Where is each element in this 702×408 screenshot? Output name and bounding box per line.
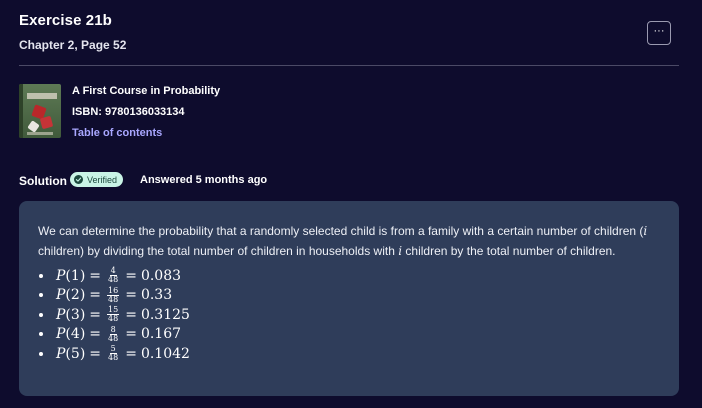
book-cover-bottom-strip — [27, 132, 53, 135]
function-name: P — [56, 306, 66, 323]
book-cover-spine — [19, 84, 23, 138]
list-item: P(5) = 5 48 = 0.1042 — [38, 344, 190, 364]
verified-badge-label: Verified — [87, 174, 118, 185]
fraction: 8 48 — [107, 325, 119, 343]
solution-text-part: children by the total number of children… — [402, 244, 616, 258]
bullet-marker — [39, 312, 43, 317]
verified-badge: Verified — [70, 172, 124, 187]
book-cover-image[interactable] — [19, 84, 61, 138]
header-divider — [19, 65, 679, 66]
function-arg: 3 — [70, 306, 80, 323]
probability-value: 0.1042 — [140, 345, 190, 362]
fraction-denominator: 48 — [108, 275, 119, 285]
bullet-marker — [39, 351, 43, 356]
fraction: 4 48 — [107, 267, 119, 284]
probability-value: 0.167 — [140, 326, 182, 343]
fraction: 5 48 — [107, 345, 119, 362]
list-item: P(3) = 15 48 = 0.3125 — [38, 305, 190, 325]
list-item: P(1) = 4 48 = 0.083 — [38, 266, 190, 286]
book-cover-title-strip — [27, 93, 57, 99]
book-isbn: ISBN: 9780136033134 — [72, 106, 185, 118]
exercise-title: Exercise 21b — [19, 12, 112, 29]
solution-text-part: children) by dividing the total number o… — [38, 244, 399, 258]
fraction-denominator: 48 — [108, 294, 119, 304]
fraction-denominator: 48 — [108, 353, 119, 363]
fraction-denominator: 48 — [108, 314, 119, 324]
function-name: P — [56, 345, 66, 362]
function-arg: 1 — [70, 267, 80, 284]
math-variable-i: i — [643, 224, 648, 238]
bullet-marker — [39, 293, 43, 298]
probability-value: 0.33 — [140, 287, 173, 304]
bullet-marker — [39, 273, 43, 278]
probability-value: 0.3125 — [140, 306, 190, 323]
more-options-button[interactable]: ··· — [647, 21, 671, 45]
solution-text: We can determine the probability that a … — [38, 221, 668, 261]
book-cover-die — [39, 115, 54, 130]
function-name: P — [56, 267, 66, 284]
function-arg: 5 — [70, 345, 80, 362]
solution-label: Solution — [19, 174, 67, 188]
solution-card: We can determine the probability that a … — [19, 201, 679, 396]
exercise-subtitle: Chapter 2, Page 52 — [19, 38, 127, 52]
answered-timestamp: Answered 5 months ago — [140, 174, 268, 186]
fraction: 15 48 — [107, 306, 120, 324]
fraction: 16 48 — [107, 286, 120, 304]
list-item: P(4) = 8 48 = 0.167 — [38, 325, 190, 345]
function-arg: 4 — [70, 326, 80, 343]
bullet-marker — [39, 332, 43, 337]
function-name: P — [56, 326, 66, 343]
book-cover-die — [27, 120, 40, 133]
function-arg: 2 — [70, 287, 80, 304]
table-of-contents-link[interactable]: Table of contents — [72, 127, 162, 139]
solution-text-part: We can determine the probability that a … — [38, 224, 644, 238]
fraction-denominator: 48 — [108, 333, 119, 343]
probability-value: 0.083 — [140, 267, 182, 284]
list-item: P(2) = 16 48 = 0.33 — [38, 286, 190, 306]
probability-list: P(1) = 4 48 = 0.083 P(2) = 16 48 = 0.33 P(… — [38, 266, 190, 364]
exercise-page: Exercise 21b Chapter 2, Page 52 ··· A Fi… — [0, 0, 702, 408]
function-name: P — [56, 287, 66, 304]
book-title[interactable]: A First Course in Probability — [72, 85, 220, 97]
check-circle-icon — [74, 175, 83, 184]
more-options-icon: ··· — [653, 25, 665, 37]
